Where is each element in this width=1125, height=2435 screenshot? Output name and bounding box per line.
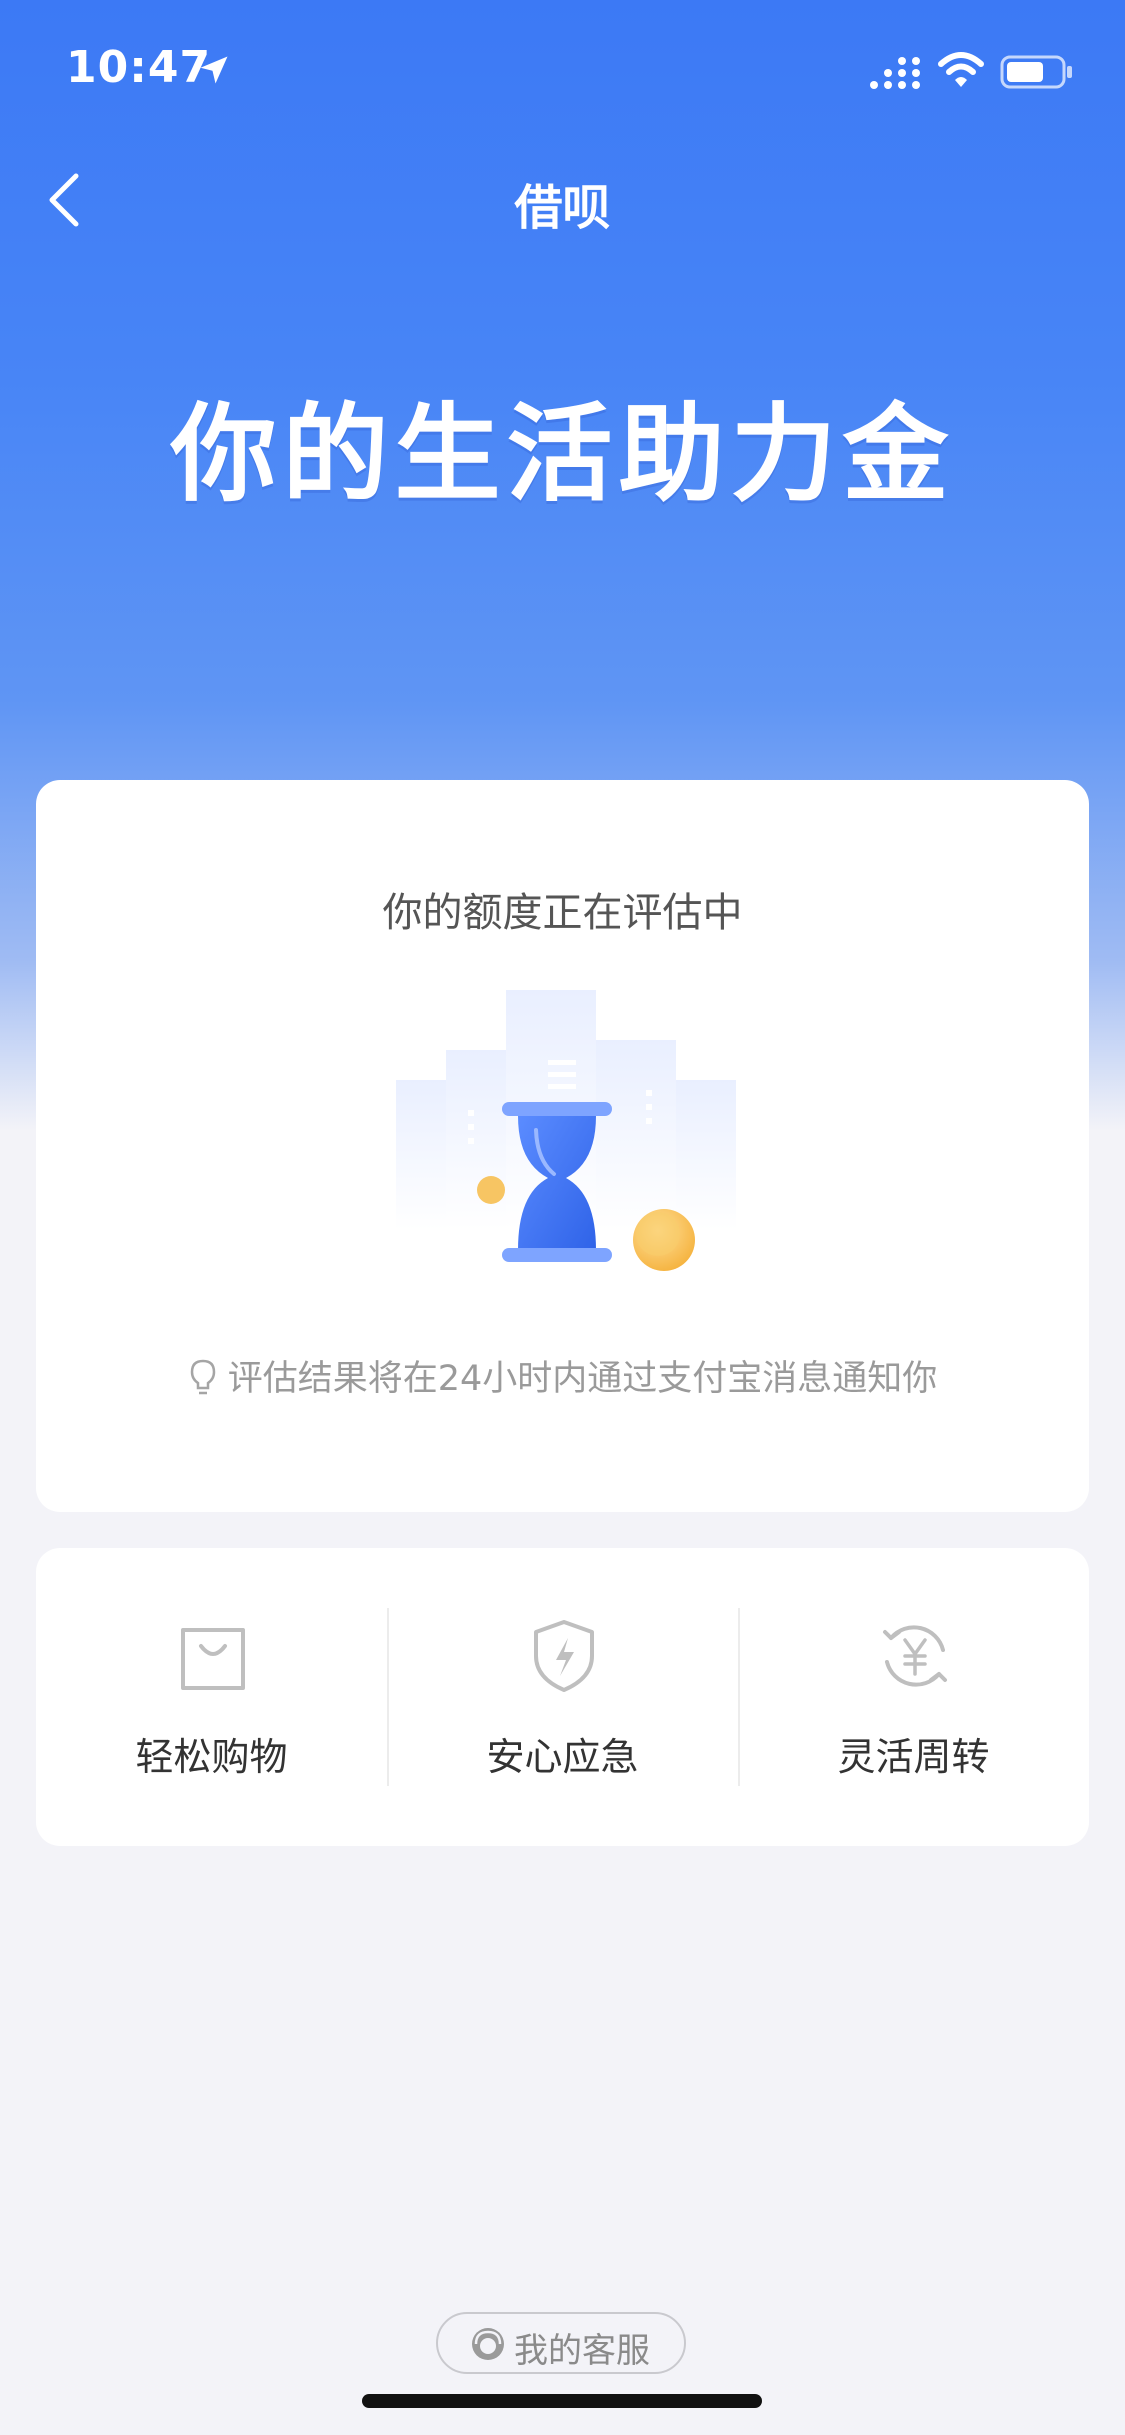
yuan-cycle-icon: [883, 1625, 947, 1687]
status-time: 10:47: [66, 42, 212, 93]
feature-label: 灵活周转: [837, 1735, 990, 1779]
shield-lightning-icon: [534, 1620, 594, 1692]
credit-status-card: 你的额度正在评估中 评估结果将在24小时内通过支付宝消息通知你: [36, 780, 1089, 1512]
cellular-signal-icon: [870, 57, 920, 89]
lightbulb-icon: [190, 1359, 215, 1395]
battery-icon: [1000, 55, 1072, 89]
home-indicator[interactable]: [362, 2394, 762, 2408]
evaluation-notice: 评估结果将在24小时内通过支付宝消息通知你: [36, 1350, 1089, 1401]
hero-slogan: 你的生活助力金: [170, 393, 955, 516]
feature-easy-shopping[interactable]: 轻松购物: [36, 1548, 387, 1846]
location-arrow-icon: [200, 56, 228, 84]
feature-label: 轻松购物: [135, 1735, 288, 1779]
feature-panel: 轻松购物 安心应急 灵活周转: [36, 1548, 1089, 1846]
status-bar: 10:47: [0, 0, 1125, 140]
navigation-bar: 借呗: [0, 150, 1125, 250]
shopping-bag-icon: [181, 1628, 245, 1690]
feature-emergency[interactable]: 安心应急: [387, 1548, 738, 1846]
evaluation-status-title: 你的额度正在评估中: [382, 890, 743, 936]
customer-service-label: 我的客服: [514, 2331, 650, 2371]
evaluation-notice-text: 评估结果将在24小时内通过支付宝消息通知你: [227, 1359, 938, 1399]
feature-flexible-turnover[interactable]: 灵活周转: [738, 1548, 1089, 1846]
wifi-icon: [938, 52, 984, 87]
feature-label: 安心应急: [486, 1735, 639, 1779]
page-title: 借呗: [514, 180, 611, 236]
customer-service-agent-icon: [472, 2328, 504, 2360]
customer-service-button[interactable]: 我的客服: [436, 2312, 686, 2374]
hourglass-illustration-icon: [396, 990, 736, 1271]
